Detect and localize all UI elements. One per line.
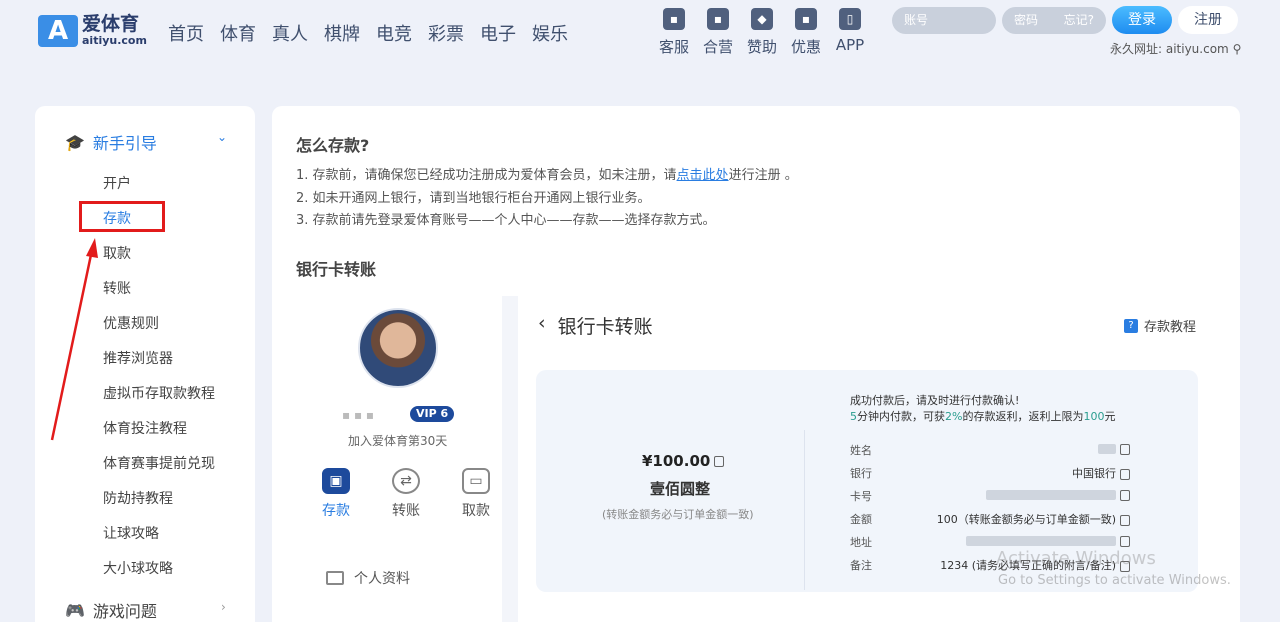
annotation-arrow bbox=[50, 238, 98, 441]
windows-activation-watermark: Activate Windows bbox=[996, 548, 1156, 569]
windows-activation-hint: Go to Settings to activate Windows. bbox=[998, 573, 1231, 588]
